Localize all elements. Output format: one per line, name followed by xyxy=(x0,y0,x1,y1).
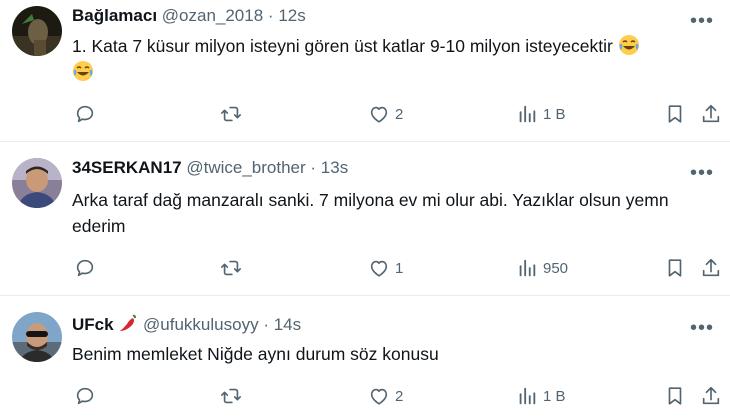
bookmark-icon xyxy=(668,387,682,405)
views-button[interactable]: 1 B xyxy=(516,100,566,128)
handle[interactable]: @twice_brother xyxy=(186,158,305,177)
display-name[interactable]: Bağlamacı xyxy=(72,6,157,25)
heart-icon xyxy=(370,388,388,405)
tweet-actions: 2 1 B xyxy=(72,382,722,410)
like-count: 2 xyxy=(395,105,404,123)
bookmark-icon xyxy=(668,259,682,277)
like-button[interactable]: 2 xyxy=(368,382,403,410)
retweet-icon xyxy=(221,260,241,276)
tweet-header: Bağlamacı @ozan_2018 · 12s xyxy=(72,6,306,26)
bar-chart-icon xyxy=(519,259,536,277)
more-horizontal-icon[interactable]: ••• xyxy=(690,11,714,31)
views-count: 1 B xyxy=(543,105,566,123)
retweet-icon xyxy=(221,388,241,404)
tweet-header: UFck @ufukkulusoyy · 14s xyxy=(72,313,301,335)
tweet-text-line: Benim memleket Niğde aynı durum söz konu… xyxy=(72,344,439,364)
share-button[interactable] xyxy=(700,100,722,128)
retweet-button[interactable] xyxy=(220,100,247,128)
tweet[interactable]: UFck @ufukkulusoyy · 14s ••• Benim memle… xyxy=(0,296,730,420)
timestamp[interactable]: 14s xyxy=(274,315,301,334)
share-button[interactable] xyxy=(700,382,722,410)
reply-button[interactable] xyxy=(74,100,101,128)
heart-icon xyxy=(370,260,388,277)
like-count: 2 xyxy=(395,387,404,405)
share-icon xyxy=(702,104,720,123)
views-button[interactable]: 950 xyxy=(516,254,568,282)
retweet-button[interactable] xyxy=(220,254,247,282)
more-horizontal-icon[interactable]: ••• xyxy=(690,163,714,183)
bookmark-button[interactable] xyxy=(664,382,686,410)
tweet-actions: 2 1 B xyxy=(72,100,722,128)
share-button[interactable] xyxy=(700,254,722,282)
share-icon xyxy=(702,386,720,405)
retweet-button[interactable] xyxy=(220,382,247,410)
reply-icon xyxy=(76,387,94,405)
separator-dot: · xyxy=(267,6,274,25)
reply-button[interactable] xyxy=(74,254,101,282)
tweet-text-line: Arka taraf dağ manzaralı sanki. 7 milyon… xyxy=(72,190,669,210)
laughing-emoji-icon xyxy=(618,35,639,55)
like-count: 1 xyxy=(395,259,404,277)
timestamp[interactable]: 13s xyxy=(321,158,348,177)
bar-chart-icon xyxy=(519,105,536,123)
tweet-actions: 1 950 xyxy=(72,254,722,282)
retweet-icon xyxy=(221,106,241,122)
views-count: 1 B xyxy=(543,387,566,405)
share-icon xyxy=(702,258,720,277)
tweet-text-line: 1. Kata 7 küsur milyon isteyni gören üst… xyxy=(72,36,613,56)
more-horizontal-icon[interactable]: ••• xyxy=(690,318,714,338)
tweet-text-line: ederim xyxy=(72,216,126,236)
like-button[interactable]: 2 xyxy=(368,100,403,128)
avatar[interactable] xyxy=(12,312,62,362)
handle[interactable]: @ozan_2018 xyxy=(162,6,263,25)
like-button[interactable]: 1 xyxy=(368,254,403,282)
bookmark-button[interactable] xyxy=(664,100,686,128)
chili-pepper-emoji-icon xyxy=(120,314,137,331)
separator-dot: · xyxy=(310,158,317,177)
tweet-header: 34SERKAN17 @twice_brother · 13s xyxy=(72,158,348,178)
views-count: 950 xyxy=(543,259,569,277)
tweet[interactable]: Bağlamacı @ozan_2018 · 12s ••• 1. Kata 7… xyxy=(0,0,730,141)
separator-dot: · xyxy=(263,315,269,334)
tweet-text: Arka taraf dağ manzaralı sanki. 7 milyon… xyxy=(72,187,712,239)
bookmark-button[interactable] xyxy=(664,254,686,282)
reply-button[interactable] xyxy=(74,382,101,410)
display-name[interactable]: 34SERKAN17 xyxy=(72,158,182,177)
views-button[interactable]: 1 B xyxy=(516,382,566,410)
heart-icon xyxy=(370,106,388,123)
handle[interactable]: @ufukkulusoyy xyxy=(143,315,259,334)
bookmark-icon xyxy=(668,105,682,123)
tweet-text: 1. Kata 7 küsur milyon isteyni gören üst… xyxy=(72,33,712,85)
laughing-emoji-icon xyxy=(73,61,93,81)
display-name[interactable]: UFck xyxy=(72,315,114,334)
avatar[interactable] xyxy=(12,6,62,56)
tweet-text: Benim memleket Niğde aynı durum söz konu… xyxy=(72,341,712,367)
timestamp[interactable]: 12s xyxy=(278,6,305,25)
avatar[interactable] xyxy=(12,158,62,208)
tweet[interactable]: 34SERKAN17 @twice_brother · 13s ••• Arka… xyxy=(0,142,730,294)
reply-icon xyxy=(76,259,94,277)
bar-chart-icon xyxy=(519,387,536,405)
reply-icon xyxy=(76,105,94,123)
